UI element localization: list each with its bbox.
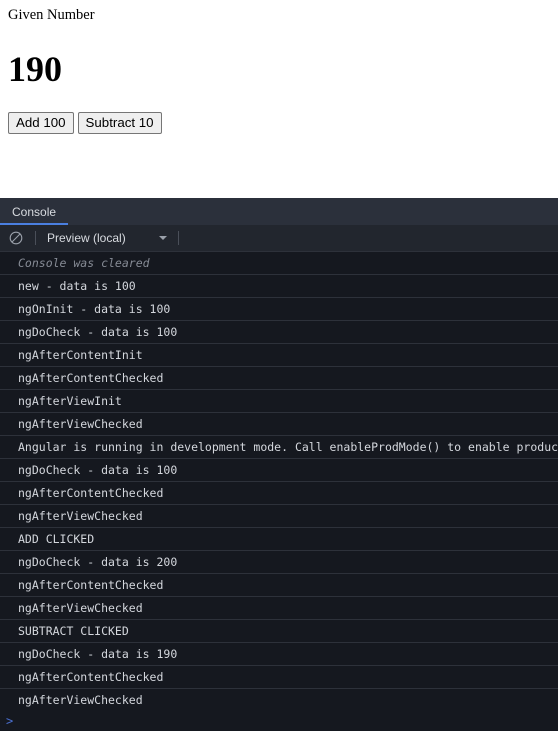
console-log-row: ngAfterViewChecked [0, 597, 558, 620]
console-log-row: ngDoCheck - data is 200 [0, 551, 558, 574]
console-log-row: ngAfterViewChecked [0, 689, 558, 711]
console-log-row: ngAfterContentChecked [0, 482, 558, 505]
chevron-down-icon [158, 236, 167, 240]
console-log-row: ngAfterContentChecked [0, 574, 558, 597]
given-number-label: Given Number [8, 7, 95, 23]
console-log-row: new - data is 100 [0, 275, 558, 298]
console-toolbar: Preview (local) [0, 225, 558, 252]
console-log-text: ngDoCheck - data is 190 [18, 647, 178, 661]
toolbar-divider-1 [35, 231, 36, 245]
number-value: 190 [8, 48, 62, 89]
console-log-text: ngAfterContentChecked [18, 371, 164, 385]
devtools-console-panel: Console Preview (local) Console was clea… [0, 198, 558, 731]
app-preview-area: Given Number 190 Add 100 Subtract 10 [0, 0, 558, 198]
console-log-text: ngAfterContentChecked [18, 670, 164, 684]
console-log-row: ngDoCheck - data is 100 [0, 459, 558, 482]
console-log-row: ngAfterContentInit [0, 344, 558, 367]
console-log-text: SUBTRACT CLICKED [18, 624, 129, 638]
console-log-text: ngAfterViewChecked [18, 509, 143, 523]
console-log-row: Console was cleared [0, 252, 558, 275]
clear-console-icon[interactable] [6, 228, 26, 248]
console-log-list[interactable]: Console was cleared new - data is 100 ngOn… [0, 252, 558, 711]
tab-console-label: Console [12, 204, 57, 219]
console-log-row: ngAfterViewChecked [0, 413, 558, 436]
add-100-button[interactable]: Add 100 [8, 111, 74, 134]
console-log-text: ngDoCheck - data is 100 [18, 463, 178, 477]
console-log-row: ADD CLICKED [0, 528, 558, 551]
console-log-text: ngDoCheck - data is 100 [18, 325, 178, 339]
console-log-row: Angular is running in development mode. … [0, 436, 558, 459]
console-log-text: Console was cleared [18, 256, 150, 270]
console-log-row: ngDoCheck - data is 100 [0, 321, 558, 344]
console-log-row: ngDoCheck - data is 190 [0, 643, 558, 666]
console-log-text: ngAfterContentInit [18, 348, 143, 362]
subtract-10-button[interactable]: Subtract 10 [77, 111, 162, 134]
js-context-label: Preview (local) [47, 231, 126, 245]
console-log-text: ngOnInit - data is 100 [18, 302, 171, 316]
console-log-row: SUBTRACT CLICKED [0, 620, 558, 643]
console-log-text: new - data is 100 [18, 279, 136, 293]
console-log-row: ngAfterViewChecked [0, 505, 558, 528]
console-log-text: ngAfterViewChecked [18, 601, 143, 615]
console-log-row: ngAfterContentChecked [0, 666, 558, 689]
console-log-text: ngAfterViewChecked [18, 693, 143, 707]
console-log-row: ngAfterViewInit [0, 390, 558, 413]
console-log-text: ngDoCheck - data is 200 [18, 555, 178, 569]
console-log-text: ngAfterViewChecked [18, 417, 143, 431]
console-prompt-row[interactable]: > [0, 711, 558, 731]
console-log-text: ngAfterContentChecked [18, 486, 164, 500]
console-log-row: ngAfterContentChecked [0, 367, 558, 390]
js-context-dropdown[interactable]: Preview (local) [45, 228, 169, 248]
toolbar-divider-2 [177, 231, 179, 245]
tab-console[interactable]: Console [0, 198, 69, 225]
console-log-text: ngAfterContentChecked [18, 578, 164, 592]
console-log-text: Angular is running in development mode. … [18, 440, 558, 454]
prompt-chevron-icon: > [6, 714, 14, 728]
action-button-row: Add 100 Subtract 10 [8, 87, 550, 134]
console-log-text: ADD CLICKED [18, 532, 95, 546]
console-log-row: ngOnInit - data is 100 [0, 298, 558, 321]
console-log-text: ngAfterViewInit [18, 394, 122, 408]
console-prompt-input[interactable] [13, 711, 558, 731]
devtools-tabbar: Console [0, 198, 558, 225]
